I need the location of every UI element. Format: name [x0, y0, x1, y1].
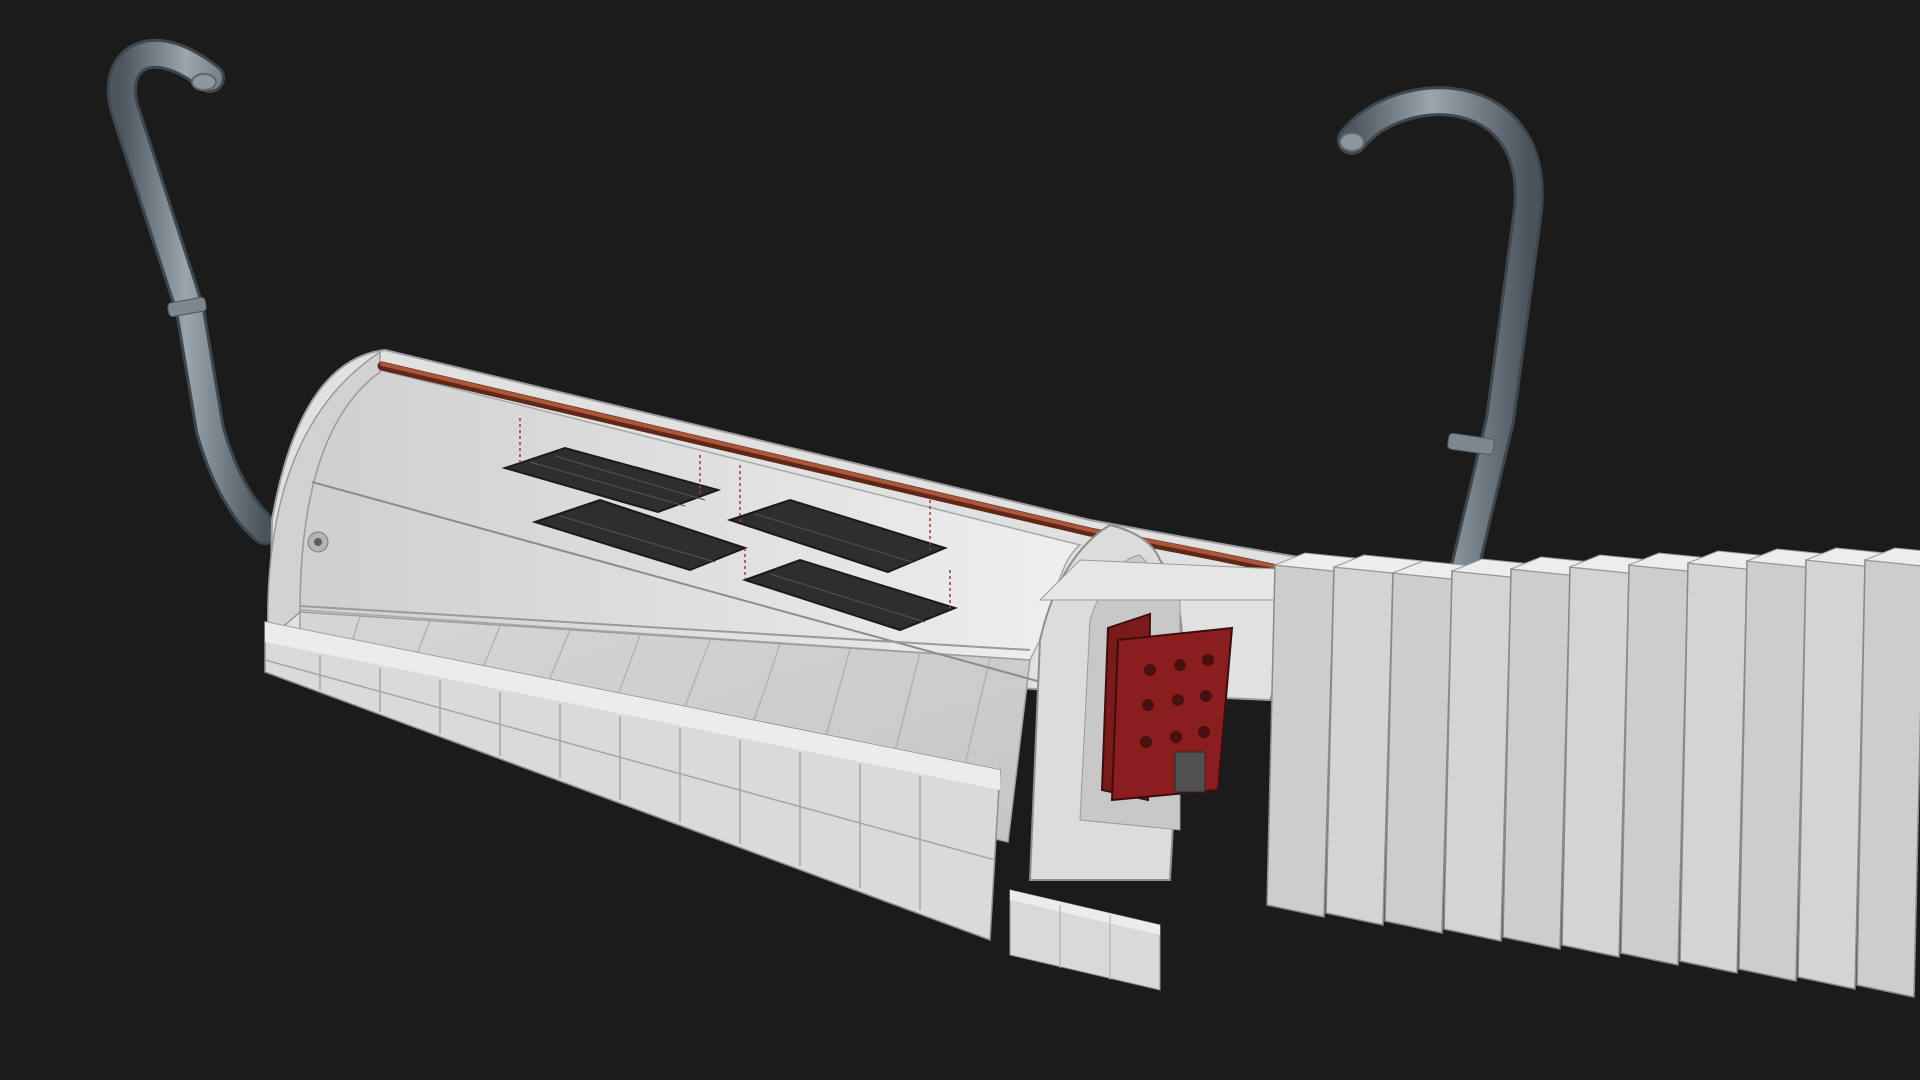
stair-slab-face [1325, 566, 1394, 926]
pipe-opening [1339, 132, 1365, 152]
bunker-render-viewport [0, 0, 1920, 1080]
stair-slab-face [1620, 564, 1689, 966]
wall-vent-hole [314, 538, 322, 546]
stair-slab-face [1738, 560, 1807, 982]
stair-slab-face [1384, 572, 1453, 934]
wall-cabinet [1174, 751, 1206, 793]
stair-slab-face [1679, 562, 1748, 974]
stair-slab-face [1561, 566, 1630, 958]
blast-door [1110, 626, 1234, 802]
stair-slab-face [1266, 564, 1335, 918]
pipe-opening [191, 73, 217, 91]
stair-slab-face [1502, 568, 1571, 950]
stair-slab-face [1797, 559, 1866, 990]
stair-slab-face [1856, 559, 1920, 998]
stair-slab-face [1443, 570, 1512, 942]
bunker-render-canvas [0, 0, 1920, 1080]
